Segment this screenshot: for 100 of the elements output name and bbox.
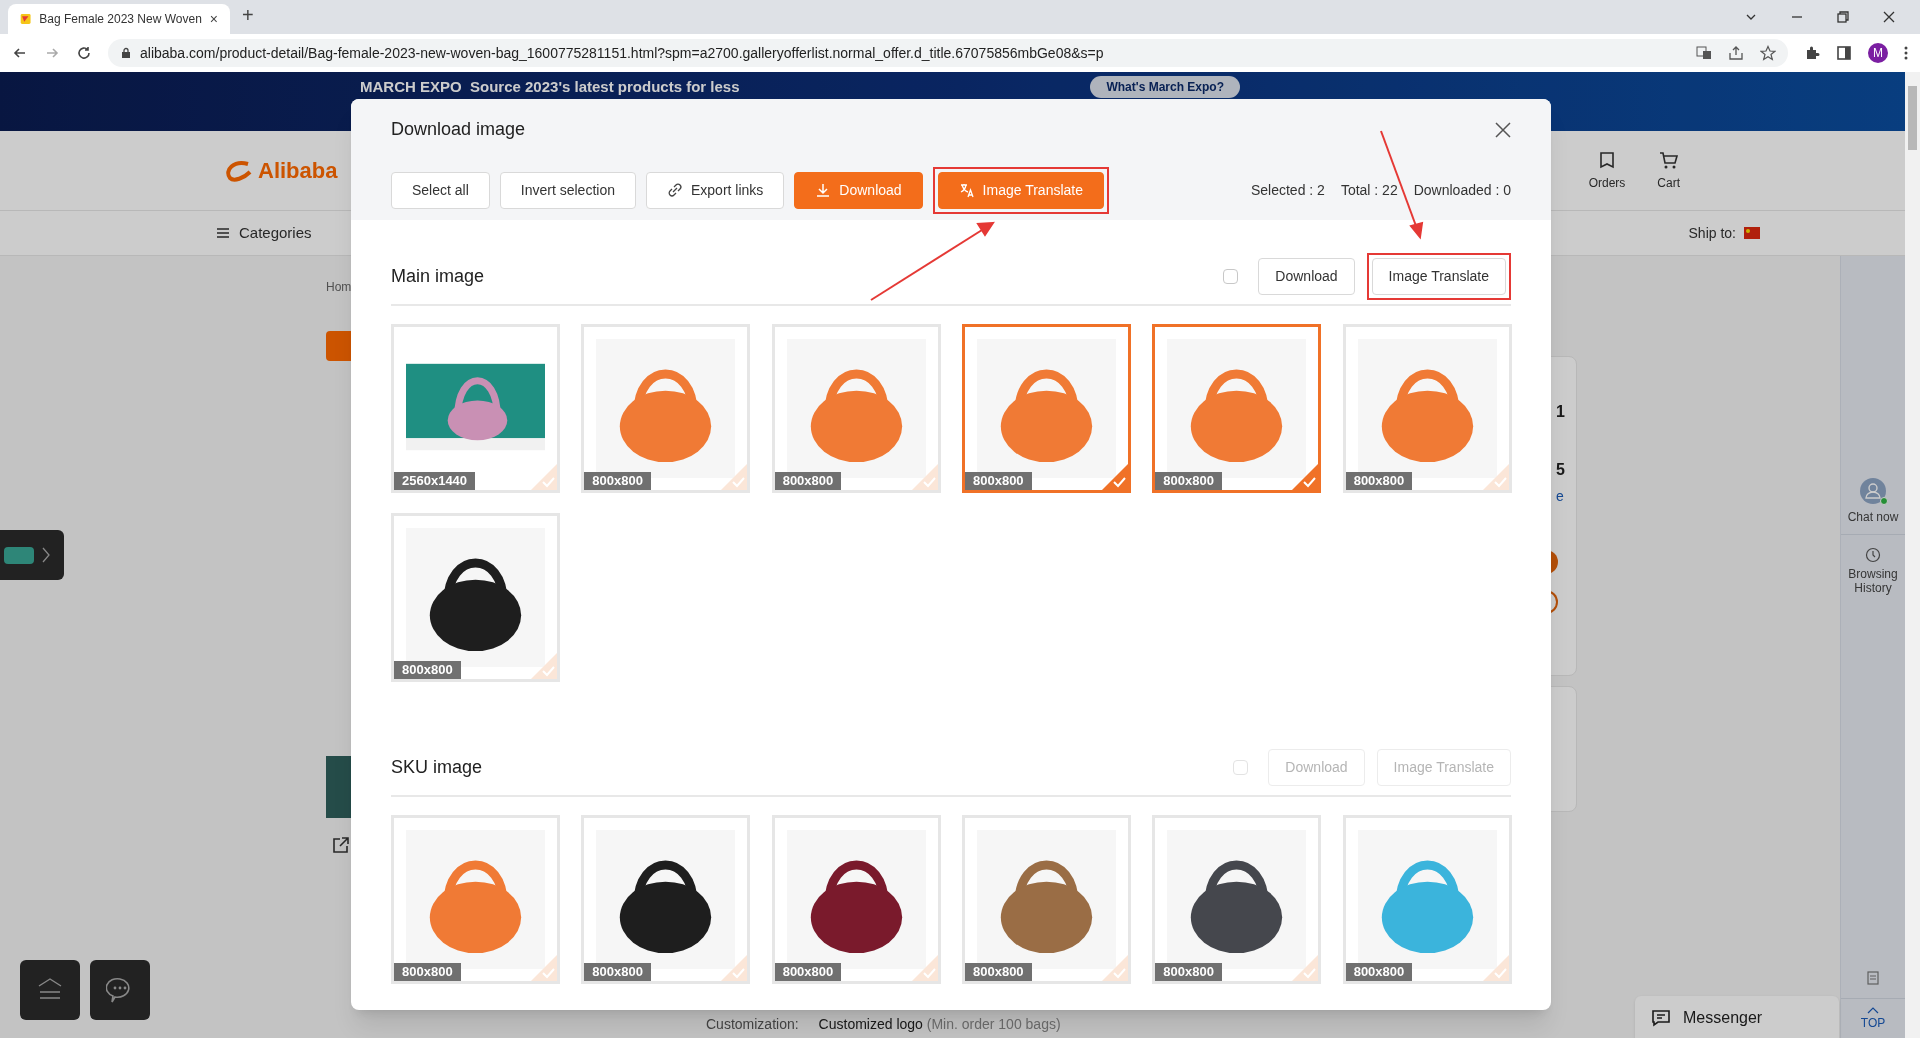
image-thumbnail[interactable]: 800x800 — [391, 513, 560, 682]
share-icon[interactable] — [332, 836, 350, 854]
customization-label: Customization: — [706, 1015, 799, 1034]
ship-to-menu[interactable]: Ship to: — [1688, 222, 1760, 244]
chevron-right-icon — [42, 547, 50, 563]
clock-icon — [1865, 547, 1881, 563]
floating-menu-button[interactable] — [20, 960, 80, 1020]
image-size-label: 800x800 — [584, 472, 651, 490]
favicon-icon — [20, 11, 32, 27]
price-text: 5 — [1556, 460, 1565, 480]
dialog-title: Download image — [391, 118, 526, 141]
check-corner-icon — [911, 464, 938, 490]
check-corner-icon — [721, 464, 748, 490]
check-corner-icon — [531, 464, 557, 490]
image-size-label: 800x800 — [965, 472, 1032, 490]
new-tab-button[interactable]: + — [238, 0, 258, 34]
floating-chat-button[interactable] — [90, 960, 150, 1020]
check-corner-icon — [1102, 464, 1128, 490]
cart-icon[interactable] — [1658, 149, 1679, 170]
toolbar-button[interactable]: Invert selection — [499, 171, 636, 209]
close-icon[interactable] — [1881, 9, 1897, 25]
image-size-label: 800x800 — [965, 963, 1032, 981]
messenger-button[interactable]: Messenger — [1635, 996, 1839, 1038]
toolbar-button[interactable]: Image Translate — [937, 171, 1104, 209]
image-thumbnail[interactable]: 800x800 — [771, 324, 941, 493]
count-text: Total : 22 — [1340, 180, 1398, 200]
close-tab-button[interactable]: × — [209, 8, 218, 30]
check-corner-icon — [1292, 464, 1319, 490]
close-icon[interactable] — [1495, 121, 1511, 138]
list-icon — [215, 225, 231, 241]
chat-icon — [1651, 1008, 1671, 1028]
logo-icon — [224, 159, 254, 182]
image-size-label: 800x800 — [774, 963, 842, 981]
image-thumbnail[interactable]: 2560x1440 — [391, 324, 560, 493]
scrollbar-thumb[interactable] — [1908, 86, 1917, 150]
section-title: Main image — [391, 264, 485, 288]
address-bar[interactable]: alibaba.com/product-detail/Bag-female-2023-new-woven-bag_1600775281151.html?spm=a2700.galleryofferlist.normal_offer.d_title.67075856mbGe08&s=p — [108, 39, 1788, 67]
section-action-button[interactable]: Download — [1258, 257, 1355, 295]
header-link[interactable]: Orders — [1588, 173, 1626, 192]
categories-menu[interactable]: Categories — [215, 221, 312, 245]
chat-now-button[interactable]: Chat now — [1841, 478, 1905, 535]
banner-button[interactable]: What's March Expo? — [1090, 76, 1240, 98]
check-corner-icon — [1102, 955, 1128, 981]
image-size-label: 800x800 — [1345, 963, 1413, 981]
image-thumbnail[interactable]: 800x800 — [1152, 324, 1322, 493]
reload-icon[interactable] — [76, 45, 92, 61]
image-thumbnail[interactable]: 800x800 — [581, 324, 751, 493]
restore-icon[interactable] — [1835, 9, 1851, 25]
profile-avatar[interactable]: M — [1868, 43, 1888, 63]
browser-tab[interactable]: Bag Female 2023 New Woven × — [8, 4, 230, 34]
check-corner-icon — [911, 955, 938, 981]
share-icon[interactable] — [1728, 45, 1744, 61]
photo-placeholder — [4, 546, 34, 564]
extensions-icon[interactable] — [1804, 45, 1820, 61]
check-corner-icon — [531, 653, 557, 679]
image-size-label: 800x800 — [394, 661, 461, 679]
toolbar-button[interactable]: Select all — [391, 171, 490, 209]
header-link[interactable]: Cart — [1657, 173, 1680, 192]
check-corner-icon — [531, 955, 557, 981]
breadcrumb-link[interactable]: Hom — [326, 278, 352, 296]
browsing-history-button[interactable]: Browsing History — [1843, 535, 1903, 595]
image-size-label: 800x800 — [774, 472, 842, 490]
count-text: Downloaded : 0 — [1413, 180, 1511, 200]
translate-icon — [958, 182, 975, 198]
image-size-label: 2560x1440 — [394, 472, 476, 490]
lock-icon — [120, 47, 132, 59]
select-checkbox[interactable] — [1223, 268, 1239, 284]
image-size-label: 800x800 — [584, 963, 651, 981]
tab-title: Bag Female 2023 New Woven — [39, 11, 202, 28]
more-menu-icon[interactable] — [1904, 45, 1908, 61]
count-text: Selected : 2 — [1250, 180, 1325, 200]
translate-icon[interactable] — [1696, 45, 1712, 61]
link-icon — [667, 182, 683, 198]
star-icon[interactable] — [1760, 45, 1776, 61]
toolbar-button[interactable]: Export links — [646, 171, 785, 209]
image-size-label: 800x800 — [1155, 472, 1222, 490]
image-size-label: 800x800 — [394, 963, 461, 981]
download-icon — [815, 182, 832, 198]
price-text: 1 — [1556, 402, 1565, 422]
check-corner-icon — [1482, 464, 1509, 490]
customization-value: Customized logo (Min. order 100 bags) — [818, 1015, 1061, 1034]
menu-icon — [37, 978, 63, 1002]
toolbar-button[interactable]: Download — [794, 171, 923, 209]
section-action-button[interactable]: Image Translate — [1371, 257, 1506, 295]
image-thumbnail[interactable]: 800x800 — [1342, 324, 1512, 493]
caret-up-icon — [1867, 1005, 1879, 1014]
flag-icon — [1744, 227, 1760, 239]
image-size-label: 800x800 — [1155, 963, 1222, 981]
image-thumbnail[interactable]: 800x800 — [962, 324, 1131, 493]
section-title: SKU image — [391, 755, 483, 779]
url-text: alibaba.com/product-detail/Bag-female-2023-new-woven-bag_1600775281151.html?spm=a2700.galleryofferlist.normal_offer.d_title.67075856mbGe08&s=p — [140, 43, 1105, 63]
check-corner-icon — [1482, 955, 1509, 981]
link-text[interactable]: e — [1556, 486, 1564, 507]
floating-gallery-button[interactable] — [0, 530, 64, 580]
side-panel-icon[interactable] — [1836, 45, 1852, 61]
check-corner-icon — [721, 955, 748, 981]
logo-text[interactable]: Alibaba — [258, 154, 338, 187]
banner-text: MARCH EXPO Source 2023's latest products for less — [360, 77, 740, 97]
image-size-label: 800x800 — [1345, 472, 1413, 490]
check-corner-icon — [1292, 955, 1319, 981]
